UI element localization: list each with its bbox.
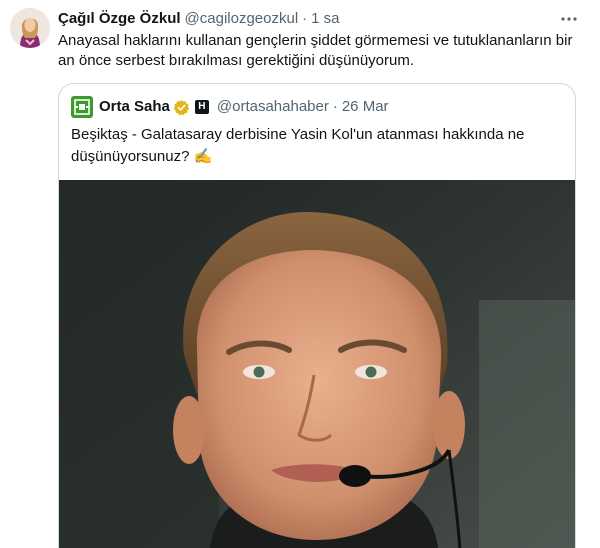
quoted-author-name[interactable]: Orta Saha	[99, 97, 170, 117]
gold-verified-badge-icon	[173, 99, 190, 116]
quoted-tweet-timestamp[interactable]: 26 Mar	[342, 97, 389, 117]
quoted-author-avatar[interactable]	[71, 96, 93, 118]
quoted-tweet-header: Orta Saha H @ortasahahaber · 26 Mar	[71, 96, 389, 118]
separator-dot: ·	[302, 10, 308, 27]
author-name[interactable]: Çağıl Özge Özkul	[58, 10, 181, 28]
tweet-header: Çağıl Özge Özkul @cagilozgeozkul · 1 sa	[58, 10, 340, 28]
tweet[interactable]: Çağıl Özge Özkul @cagilozgeozkul · 1 sa …	[0, 0, 600, 548]
quoted-author-handle[interactable]: @ortasahahaber	[217, 97, 329, 117]
quoted-tweet[interactable]: Orta Saha H @ortasahahaber · 26 Mar Beşi…	[58, 83, 576, 548]
affiliation-badge[interactable]: H	[194, 100, 209, 114]
more-options-button[interactable]	[558, 8, 580, 30]
author-handle[interactable]: @cagilozgeozkul	[185, 10, 299, 28]
quoted-tweet-text: Beşiktaş - Galatasaray derbisine Yasin K…	[71, 126, 525, 165]
more-horizontal-icon	[561, 17, 577, 21]
quoted-tweet-photo[interactable]	[59, 180, 575, 548]
tweet-text: Anayasal haklarını kullanan gençlerin şi…	[58, 32, 573, 69]
quoted-separator-dot: ·	[332, 98, 338, 115]
tweet-timestamp[interactable]: 1 sa	[311, 10, 339, 28]
photo-icon	[59, 180, 575, 548]
orta-saha-logo-icon	[74, 99, 90, 115]
author-avatar[interactable]	[10, 8, 50, 48]
